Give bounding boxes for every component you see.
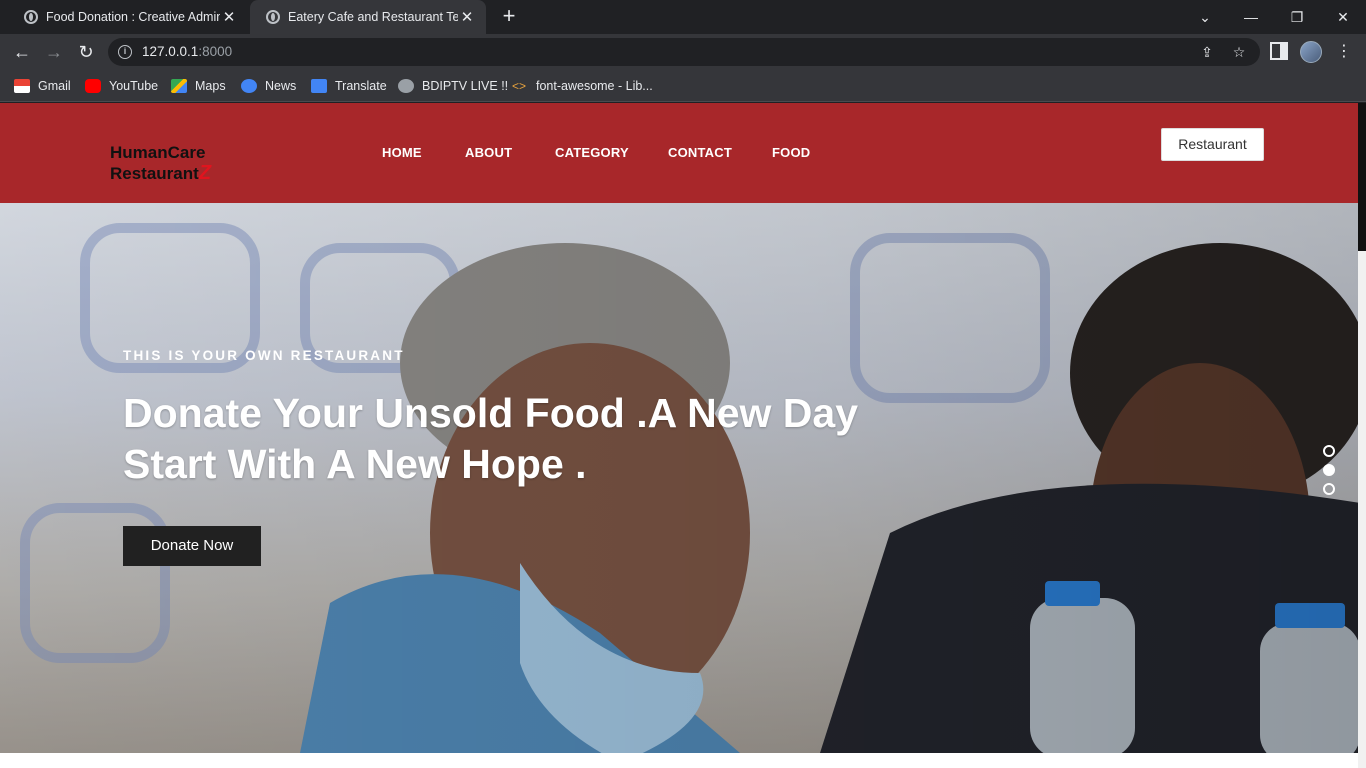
site-logo[interactable]: HumanCare RestaurantZ [110, 143, 211, 184]
nav-home[interactable]: HOME [382, 145, 422, 160]
bookmark-translate[interactable]: Translate [311, 77, 387, 95]
scrollbar[interactable] [1358, 103, 1366, 768]
nav-food[interactable]: FOOD [772, 145, 810, 160]
side-panel-icon[interactable] [1270, 42, 1288, 60]
hero-eyebrow: THIS IS YOUR OWN RESTAURANT [123, 348, 405, 363]
tab-title: Eatery Cafe and Restaurant Temp [288, 10, 458, 24]
address-bar[interactable]: i 127.0.0.1:8000 ⇪ ☆ [108, 38, 1260, 66]
donate-now-button[interactable]: Donate Now [123, 526, 261, 566]
bookmark-maps[interactable]: Maps [171, 77, 226, 95]
bookmark-gmail[interactable]: Gmail [14, 77, 71, 95]
slider-dot[interactable] [1323, 445, 1335, 457]
youtube-icon [85, 79, 101, 93]
globe-icon [398, 79, 414, 93]
restore-icon[interactable]: ❐ [1274, 0, 1320, 34]
tab-strip: Food Donation : Creative Admin I ✕ Eater… [0, 0, 1366, 34]
logo-line1: HumanCare [110, 143, 206, 162]
bookmark-youtube[interactable]: YouTube [85, 77, 158, 95]
url-text: 127.0.0.1:8000 [142, 44, 232, 59]
news-icon [241, 79, 257, 93]
code-icon: <> [512, 79, 527, 93]
translate-icon [311, 79, 327, 93]
star-icon[interactable]: ☆ [1230, 43, 1248, 61]
hero-slider: THIS IS YOUR OWN RESTAURANT Donate Your … [0, 203, 1358, 753]
tab-food-donation[interactable]: Food Donation : Creative Admin I ✕ [8, 0, 248, 34]
reload-icon[interactable]: ↻ [72, 38, 100, 66]
site-header: HumanCare RestaurantZ HOME ABOUT CATEGOR… [0, 103, 1358, 203]
close-icon[interactable]: ✕ [220, 8, 238, 26]
slider-dot-active[interactable] [1323, 464, 1335, 476]
page-bottom-strip [0, 753, 1358, 768]
url-host: 127.0.0.1 [142, 44, 199, 59]
avatar[interactable] [1300, 41, 1322, 63]
slider-dot[interactable] [1323, 483, 1335, 495]
hero-headline: Donate Your Unsold Food .A New Day Start… [123, 390, 859, 487]
globe-icon [24, 10, 38, 24]
nav-category[interactable]: CATEGORY [555, 145, 629, 160]
restaurant-button[interactable]: Restaurant [1161, 128, 1264, 161]
tab-title: Food Donation : Creative Admin I [46, 10, 220, 24]
menu-icon[interactable]: ⋮ [1336, 41, 1352, 63]
tab-eatery-cafe[interactable]: Eatery Cafe and Restaurant Temp ✕ [250, 0, 486, 34]
forward-icon[interactable]: → [40, 38, 68, 66]
minimize-icon[interactable]: — [1228, 0, 1274, 34]
close-icon[interactable]: ✕ [458, 8, 476, 26]
share-icon[interactable]: ⇪ [1198, 43, 1216, 61]
browser-toolbar: ← → ↻ i 127.0.0.1:8000 ⇪ ☆ [0, 34, 1366, 70]
scrollbar-thumb[interactable] [1358, 103, 1366, 251]
globe-icon [266, 10, 280, 24]
url-port: :8000 [198, 44, 233, 59]
gmail-icon [14, 79, 30, 93]
nav-contact[interactable]: CONTACT [668, 145, 732, 160]
bookmark-font-awesome[interactable]: <> font-awesome - Lib... [512, 77, 653, 95]
info-icon[interactable]: i [118, 45, 132, 59]
nav-about[interactable]: ABOUT [465, 145, 512, 160]
new-tab-icon[interactable]: + [498, 5, 520, 27]
web-page: HumanCare RestaurantZ HOME ABOUT CATEGOR… [0, 103, 1358, 753]
maps-icon [171, 79, 187, 93]
back-icon[interactable]: ← [8, 38, 36, 66]
window-close-icon[interactable]: ✕ [1320, 0, 1366, 34]
bookmark-bdiptv[interactable]: BDIPTV LIVE !! [398, 77, 508, 95]
bookmarks-bar: Gmail YouTube Maps News Translate BDIPTV… [0, 70, 1366, 102]
logo-mark: Z [198, 162, 212, 184]
bookmark-news[interactable]: News [241, 77, 296, 95]
chevron-down-icon[interactable]: ⌄ [1182, 0, 1228, 34]
logo-line2: Restaurant [110, 164, 199, 183]
